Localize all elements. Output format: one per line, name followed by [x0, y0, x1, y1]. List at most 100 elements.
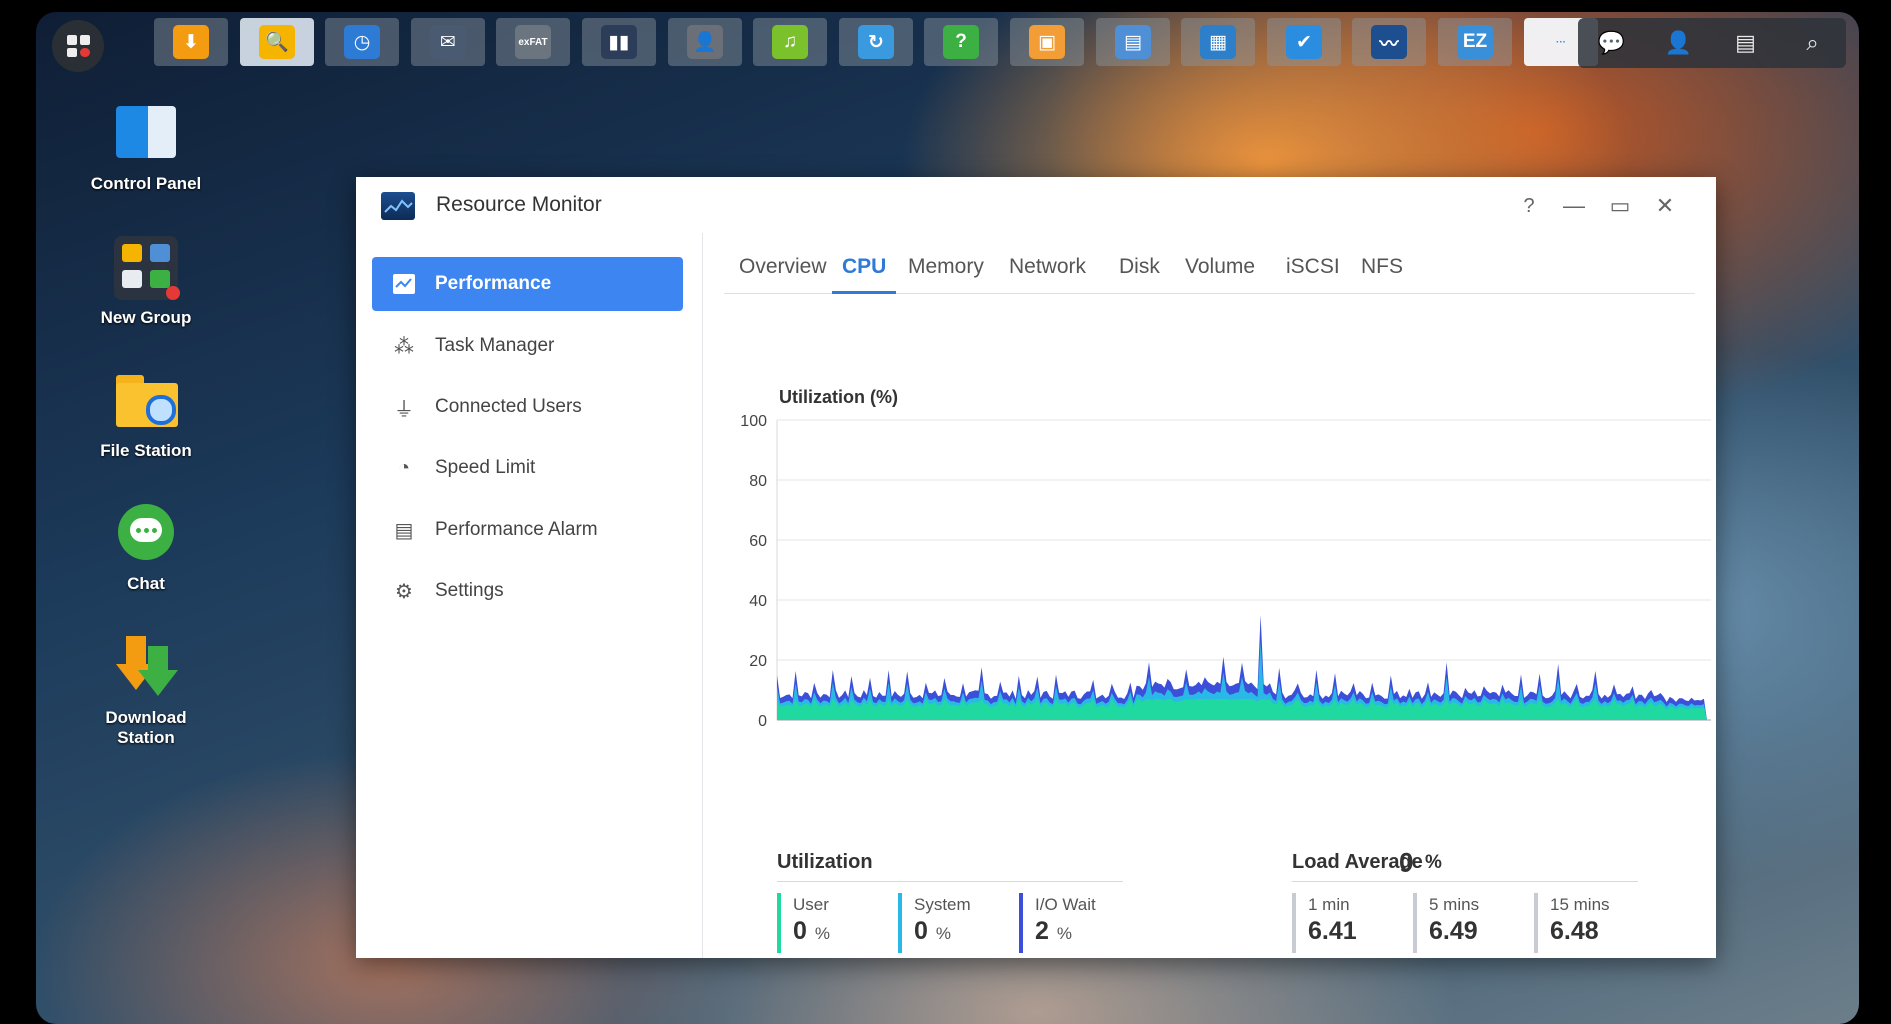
window-title: Resource Monitor — [436, 193, 602, 216]
ez-app-icon: EZ — [1457, 25, 1493, 59]
taskbar-download-station-button[interactable]: ⬇ — [154, 18, 228, 66]
storage-app-icon: ▦ — [1200, 25, 1236, 59]
taskbar-resource-monitor-button[interactable]: 〰 — [1352, 18, 1426, 66]
metric-label: System — [914, 895, 971, 914]
chat-bubble-icon — [114, 502, 178, 566]
control-panel-icon — [114, 102, 178, 166]
resource-monitor-icon — [381, 192, 415, 220]
sidebar-item-label: Speed Limit — [435, 457, 536, 478]
sidebar-item-settings[interactable]: ⚙ Settings — [372, 564, 683, 618]
metric-label: I/O Wait — [1035, 895, 1096, 914]
taskbar-sync-app-button[interactable]: ↻ — [839, 18, 913, 66]
y-tick-label: 40 — [749, 593, 767, 610]
sidebar-item-performance-alarm[interactable]: ▤ Performance Alarm — [372, 503, 683, 557]
taskbar-exfat-access-button[interactable]: exFAT — [496, 18, 570, 66]
desktop-icon-chat[interactable]: Chat — [76, 502, 216, 594]
sidebar-item-task-manager[interactable]: ⁂ Task Manager — [372, 319, 683, 373]
tab-overview[interactable]: Overview — [739, 255, 827, 291]
sidebar-item-label: Performance — [435, 273, 552, 294]
taskbar: ⬇ 🔍 ◷ ✉ exFAT ▮▮ 👤 ♫ ↻? ▣ ▤ ▦ ✔ 〰 EZ ··· 💬 👤 ▤ ⌕ — [36, 12, 1859, 72]
panel-app-icon: ▮▮ — [601, 25, 637, 59]
tab-network[interactable]: Network — [1009, 255, 1086, 291]
tab-cpu[interactable]: CPU — [832, 255, 897, 294]
close-button[interactable]: ✕ — [1650, 191, 1680, 221]
document-app-icon: ▤ — [1115, 25, 1151, 59]
widgets-icon[interactable]: ▤ — [1731, 28, 1761, 58]
more-apps-icon: ··· — [1556, 36, 1566, 48]
sidebar-item-speed-limit[interactable]: ◔ Speed Limit — [372, 441, 683, 495]
utilization-title: Utilization — [777, 851, 873, 873]
download-station-icon: ⬇ — [173, 25, 209, 59]
sidebar-item-performance[interactable]: Performance — [372, 257, 683, 311]
system-color-bar — [898, 893, 902, 953]
metric-value: 6.41 — [1308, 917, 1357, 945]
gear-icon: ⚙ — [395, 580, 413, 603]
desktop-icon-download-station[interactable]: Download Station — [76, 636, 216, 748]
taskbar-photo-app-button[interactable]: ▣ — [1010, 18, 1084, 66]
metric-value: 0% — [914, 917, 952, 945]
tab-nfs[interactable]: NFS — [1361, 255, 1403, 291]
security-app-icon: ✔ — [1286, 25, 1322, 59]
tab-memory[interactable]: Memory — [908, 255, 984, 291]
taskbar-file-station-button[interactable]: 🔍 — [240, 18, 314, 66]
notification-chat-icon[interactable]: 💬 — [1597, 28, 1627, 58]
file-station-icon: 🔍 — [259, 25, 295, 59]
taskbar-audio-station-button[interactable]: ♫ — [753, 18, 827, 66]
load-bar — [1292, 893, 1296, 953]
search-icon[interactable]: ⌕ — [1798, 28, 1828, 58]
taskbar-security-app-button[interactable]: ✔ — [1267, 18, 1341, 66]
taskbar-storage-manager-button[interactable]: ◷ — [325, 18, 399, 66]
load-1min: 1 min 6.41 — [1292, 893, 1402, 953]
storage-manager-icon: ◷ — [344, 25, 380, 59]
window-titlebar[interactable]: Resource Monitor ? — ▭ ✕ — [356, 177, 1716, 233]
user-color-bar — [777, 893, 781, 953]
y-tick-label: 60 — [749, 533, 767, 550]
app-group-icon — [114, 236, 180, 300]
taskbar-panel-app-button[interactable]: ▮▮ — [582, 18, 656, 66]
task-manager-icon: ⁂ — [394, 335, 414, 358]
tab-volume[interactable]: Volume — [1185, 255, 1255, 291]
exfat-access-icon: exFAT — [515, 25, 551, 59]
help-button[interactable]: ? — [1514, 191, 1544, 221]
desktop-icon-control-panel[interactable]: Control Panel — [76, 102, 216, 194]
taskbar-mail-server-button[interactable]: ✉ — [411, 18, 485, 66]
user-icon[interactable]: 👤 — [1664, 28, 1694, 58]
resource-monitor-window: Resource Monitor ? — ▭ ✕ Performance ⁂ T… — [356, 177, 1716, 958]
taskbar-user-app-button[interactable]: 👤 — [668, 18, 742, 66]
desktop-icon-new-group[interactable]: New Group — [76, 236, 216, 328]
gauge-icon: ◔ — [397, 456, 411, 479]
load-bar — [1534, 893, 1538, 953]
metric-user: User 0% — [777, 893, 887, 953]
taskbar-help-app-button[interactable]: ? — [924, 18, 998, 66]
system-tray: 💬 👤 ▤ ⌕ — [1578, 18, 1846, 68]
cpu-utilization-chart: Utilization (%) 0 20 40 60 80 100 — [740, 387, 1711, 730]
desktop-icon-file-station[interactable]: File Station — [76, 369, 216, 461]
sidebar-item-label: Connected Users — [435, 396, 582, 417]
metric-value: 2% — [1035, 917, 1073, 945]
taskbar-storage-app-button[interactable]: ▦ — [1181, 18, 1255, 66]
taskbar-ez-app-button[interactable]: EZ — [1438, 18, 1512, 66]
tab-disk[interactable]: Disk — [1119, 255, 1160, 291]
alarm-log-icon: ▤ — [394, 519, 414, 542]
load-average-title: Load Average — [1292, 851, 1423, 873]
sidebar-item-connected-users[interactable]: ⏚ Connected Users — [372, 380, 683, 434]
maximize-button[interactable]: ▭ — [1605, 191, 1635, 221]
main-menu-button[interactable] — [52, 20, 104, 72]
y-tick-label: 80 — [749, 473, 767, 490]
divider — [777, 881, 1123, 882]
tab-iscsi[interactable]: iSCSI — [1286, 255, 1340, 291]
y-tick-label: 0 — [758, 713, 767, 730]
minimize-button[interactable]: — — [1559, 191, 1589, 221]
resource-monitor-icon: 〰 — [1371, 25, 1407, 59]
main-menu-icon — [67, 35, 90, 57]
stats-panel: Utilization 0 % User 0% System 0% I/O Wa… — [703, 833, 1716, 958]
desktop-icon-label: Control Panel — [90, 174, 202, 193]
download-arrow-icon — [114, 636, 178, 700]
desktop: ⬇ 🔍 ◷ ✉ exFAT ▮▮ 👤 ♫ ↻? ▣ ▤ ▦ ✔ 〰 EZ ··· 💬 👤 ▤ ⌕ Contro… — [36, 12, 1859, 1024]
y-tick-label: 100 — [740, 413, 767, 430]
folder-search-icon — [114, 369, 178, 433]
metric-value: 0% — [793, 917, 831, 945]
desktop-icon-label: New Group — [100, 308, 192, 327]
taskbar-document-app-button[interactable]: ▤ — [1096, 18, 1170, 66]
metric-label: 5 mins — [1429, 895, 1480, 914]
